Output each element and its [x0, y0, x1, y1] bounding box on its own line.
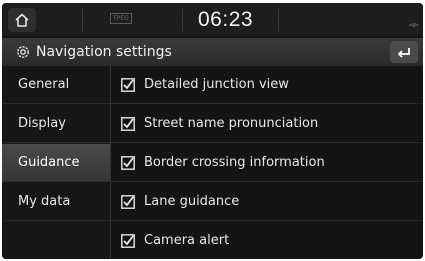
option-lane-guidance[interactable]: Lane guidance — [111, 183, 423, 221]
clock-time: 06:23 — [198, 8, 254, 31]
nav-item-display[interactable]: Display — [2, 105, 110, 143]
status-separator — [278, 9, 279, 31]
tpeg-badge: TPEG — [110, 13, 132, 24]
option-street-name-pronunciation[interactable]: Street name pronunciation — [111, 105, 423, 143]
home-button[interactable] — [8, 8, 36, 32]
checkbox-checked-icon[interactable] — [121, 78, 135, 92]
nav-item-my-data[interactable]: My data — [2, 183, 110, 221]
option-label: Street name pronunciation — [144, 116, 319, 131]
checkbox-checked-icon[interactable] — [121, 195, 135, 209]
back-icon — [398, 48, 410, 58]
settings-category-nav: General Display Guidance My data — [2, 66, 110, 259]
checkbox-checked-icon[interactable] — [121, 156, 135, 170]
home-icon — [15, 13, 29, 27]
nav-item-general[interactable]: General — [2, 66, 110, 104]
option-label: Border crossing information — [144, 155, 325, 170]
nav-item-guidance[interactable]: Guidance — [2, 144, 110, 182]
option-label: Detailed junction view — [144, 77, 289, 92]
screenshot: TPEG 06:23 Navigation settings General D… — [0, 0, 425, 261]
signal-icon — [408, 23, 420, 28]
checkbox-checked-icon[interactable] — [121, 117, 135, 131]
gear-icon — [17, 46, 29, 58]
option-camera-alert[interactable]: Camera alert — [111, 222, 423, 259]
status-separator — [182, 9, 183, 31]
back-button[interactable] — [390, 41, 418, 63]
guidance-options-list: Detailed junction view Street name pronu… — [111, 66, 423, 259]
option-label: Camera alert — [144, 233, 230, 248]
option-label: Lane guidance — [144, 194, 240, 209]
status-bar: TPEG 06:23 — [2, 3, 423, 36]
page-title: Navigation settings — [36, 44, 172, 60]
title-bar: Navigation settings — [2, 38, 423, 66]
checkbox-checked-icon[interactable] — [121, 234, 135, 248]
option-border-crossing-information[interactable]: Border crossing information — [111, 144, 423, 182]
option-detailed-junction-view[interactable]: Detailed junction view — [111, 66, 423, 104]
head-unit-screen: TPEG 06:23 Navigation settings General D… — [2, 3, 423, 259]
status-separator — [82, 9, 83, 31]
